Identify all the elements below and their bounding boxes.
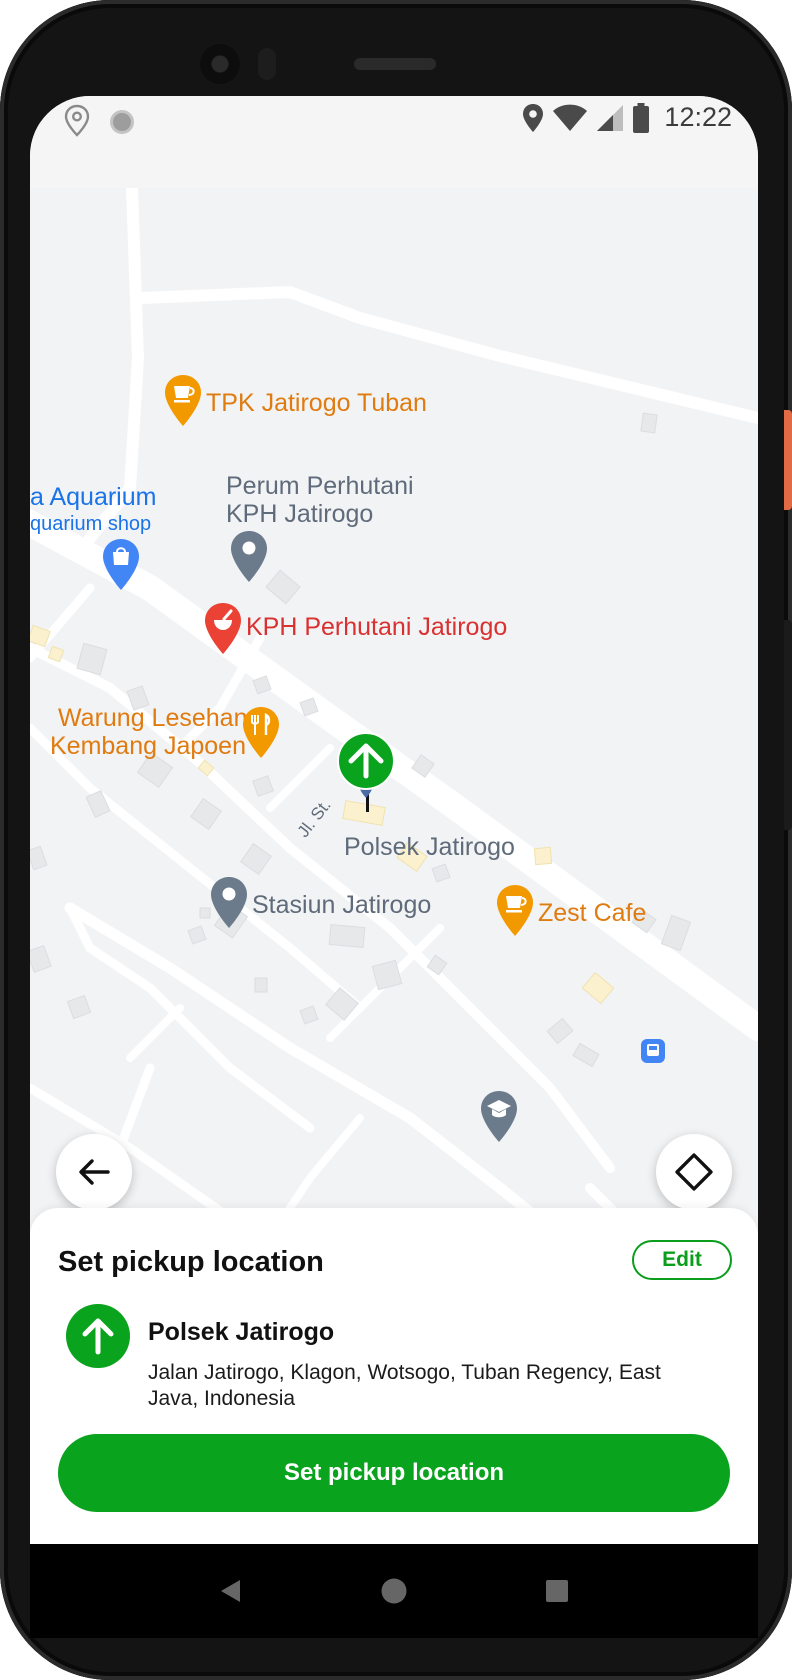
place-label-polsek-jatirogo[interactable]: Polsek Jatirogo	[344, 832, 515, 862]
arrow-left-icon	[79, 1159, 110, 1185]
signal-icon	[597, 104, 624, 131]
place-icon[interactable]	[210, 876, 248, 930]
place-label-aquarium-shop[interactable]: quarium shop	[30, 512, 151, 536]
location-address: Jalan Jatirogo, Klagon, Wotsogo, Tuban R…	[148, 1361, 661, 1410]
back-triangle-icon[interactable]	[218, 1578, 244, 1604]
map-view[interactable]: TPK Jatirogo Tuban Perum Perhutani KPH J…	[30, 188, 758, 1318]
system-nav-bar	[30, 1544, 758, 1638]
screen: 12:22 TPK Jatirogo Tuban Perum Perhutani…	[30, 96, 758, 1544]
edit-button[interactable]: Edit	[632, 1240, 732, 1280]
pickup-marker-icon[interactable]	[336, 732, 396, 816]
status-bar: 12:22	[30, 96, 758, 188]
wifi-icon	[553, 104, 588, 131]
location-name: Polsek Jatirogo	[148, 1318, 335, 1346]
place-icon[interactable]	[230, 530, 268, 584]
place-label-stasiun-jatirogo[interactable]: Stasiun Jatirogo	[252, 890, 431, 920]
phone-frame: 12:22 TPK Jatirogo Tuban Perum Perhutani…	[0, 0, 792, 1680]
pickup-sheet: Set pickup location Edit Polsek Jatirogo…	[30, 1208, 758, 1544]
restaurant-icon[interactable]	[242, 706, 280, 760]
sync-dot-icon	[110, 110, 134, 134]
shopping-icon[interactable]	[102, 538, 140, 592]
location-outline-icon	[64, 104, 90, 137]
sheet-title: Set pickup location	[58, 1246, 324, 1278]
place-label-zest-cafe[interactable]: Zest Cafe	[538, 898, 646, 928]
battery-icon	[633, 102, 650, 133]
recents-square-icon[interactable]	[544, 1578, 570, 1604]
cafe-icon[interactable]	[496, 884, 534, 938]
place-label-warung-lesehan-line1[interactable]: Warung Lesehan	[58, 703, 247, 733]
school-icon[interactable]	[480, 1090, 518, 1144]
place-label-warung-lesehan-line2[interactable]: Kembang Japoen	[50, 731, 246, 761]
location-icon	[523, 103, 544, 132]
bus-icon[interactable]	[640, 1038, 666, 1064]
status-icons: 12:22	[522, 102, 732, 133]
place-label-tpk-jatirogo-tuban[interactable]: TPK Jatirogo Tuban	[206, 388, 427, 418]
volume-button	[784, 410, 792, 510]
status-time: 12:22	[664, 102, 732, 132]
back-button[interactable]	[56, 1134, 132, 1210]
set-pickup-location-button[interactable]: Set pickup location	[58, 1434, 730, 1512]
earpiece-speaker	[354, 58, 436, 70]
pickup-location-icon	[66, 1304, 130, 1368]
power-button	[784, 620, 792, 830]
place-label-aquarium[interactable]: a Aquarium	[30, 482, 156, 512]
arrow-up-icon	[82, 1318, 114, 1355]
directions-button[interactable]	[656, 1134, 732, 1210]
cafe-icon[interactable]	[164, 374, 202, 428]
front-camera	[200, 44, 240, 84]
mortar-pestle-icon[interactable]	[204, 602, 242, 656]
home-circle-icon[interactable]	[380, 1577, 408, 1605]
directions-icon	[675, 1153, 713, 1191]
proximity-sensor	[258, 48, 276, 80]
place-label-kph-perhutani-jatirogo[interactable]: KPH Perhutani Jatirogo	[246, 612, 507, 642]
place-label-perum-perhutani-line1[interactable]: Perum Perhutani	[226, 471, 414, 501]
place-label-perum-perhutani-line2[interactable]: KPH Jatirogo	[226, 499, 373, 529]
